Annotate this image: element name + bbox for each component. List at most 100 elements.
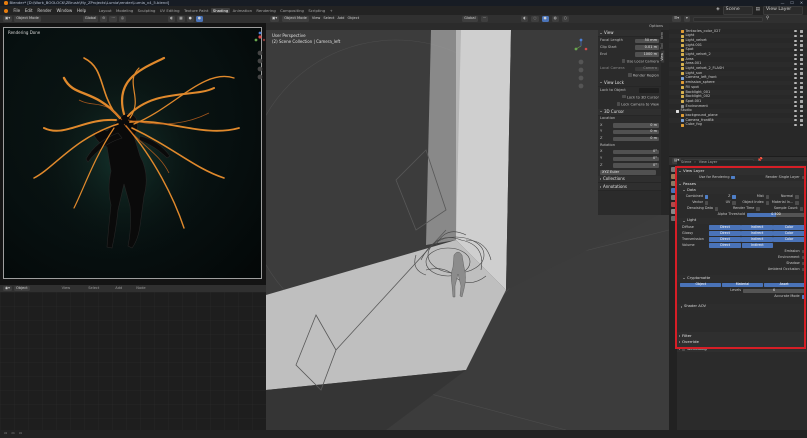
- outliner-editor-type-icon[interactable]: ☰▾: [672, 16, 682, 22]
- 3d-cursor-section-header[interactable]: 3D Cursor: [598, 108, 661, 116]
- sidebar-tab-tool[interactable]: Tool: [660, 41, 664, 51]
- editor-type-icon[interactable]: ▣▾: [3, 16, 13, 22]
- render-region-checkbox[interactable]: [628, 73, 632, 77]
- viewport-editor-type-icon[interactable]: ▣▾: [270, 16, 280, 22]
- node-mode-dropdown[interactable]: Object: [13, 285, 30, 292]
- visibility-eye-icon[interactable]: [794, 67, 797, 70]
- rotation-y-field[interactable]: 0°: [613, 156, 659, 162]
- outliner-display-mode-icon[interactable]: ▾: [684, 16, 690, 22]
- render-mode-dropdown[interactable]: Object Mode: [14, 16, 41, 22]
- node-menu-view[interactable]: View: [62, 286, 71, 291]
- xray-icon[interactable]: ▦: [177, 16, 185, 22]
- render-camera-icon[interactable]: [800, 53, 803, 56]
- visibility-eye-icon[interactable]: [794, 86, 797, 89]
- minimize-icon[interactable]: —: [781, 1, 785, 5]
- viewport-shading-rendered-icon[interactable]: ○: [561, 16, 569, 22]
- outliner-filter-icon[interactable]: ⚲: [766, 16, 769, 22]
- render-camera-icon[interactable]: [800, 77, 803, 80]
- shading-rendered-icon[interactable]: ●: [195, 16, 203, 22]
- render-camera-icon[interactable]: [800, 119, 803, 122]
- maximize-icon[interactable]: ☐: [790, 1, 793, 5]
- viewport-shading-solid-icon[interactable]: ●: [541, 16, 549, 22]
- rotation-x-field[interactable]: 0°: [613, 150, 659, 155]
- visibility-eye-icon[interactable]: [794, 110, 797, 113]
- blender-menu-icon[interactable]: [4, 8, 8, 13]
- visibility-eye-icon[interactable]: [794, 35, 797, 38]
- render-camera-icon[interactable]: [800, 44, 803, 47]
- overlay-icon[interactable]: ◐: [168, 16, 176, 22]
- focal-length-field[interactable]: 50 mm: [635, 38, 659, 44]
- location-z-field[interactable]: 0 m: [613, 137, 659, 142]
- viewport-menu-object[interactable]: Object: [347, 17, 359, 21]
- workspace-tab-compositing[interactable]: Compositing: [278, 8, 306, 14]
- render-camera-icon[interactable]: [800, 30, 803, 33]
- local-camera-field[interactable]: Camera: [635, 66, 659, 72]
- render-camera-icon[interactable]: [800, 114, 803, 117]
- rotation-mode-dropdown[interactable]: XYZ Euler: [600, 170, 656, 175]
- render-camera-icon[interactable]: [800, 95, 803, 99]
- workspace-tab-modeling[interactable]: Modeling: [114, 8, 136, 14]
- workspace-tab-sculpting[interactable]: Sculpting: [135, 8, 157, 14]
- scene-selector[interactable]: Scene: [722, 6, 753, 15]
- proportional-icon[interactable]: ◎: [118, 16, 127, 22]
- viewport-navigation-gizmo[interactable]: [574, 38, 588, 98]
- shading-solid-icon[interactable]: ●: [186, 16, 194, 22]
- clip-end-field[interactable]: 1000 m: [635, 52, 659, 57]
- viewport-mode-dropdown[interactable]: Object Mode: [282, 16, 309, 22]
- visibility-eye-icon[interactable]: [794, 53, 797, 56]
- node-menu-select[interactable]: Select: [88, 286, 99, 291]
- render-camera-icon[interactable]: [800, 39, 803, 42]
- visibility-eye-icon[interactable]: [794, 77, 797, 80]
- workspace-tab-shading[interactable]: Shading: [210, 7, 231, 14]
- visibility-eye-icon[interactable]: [794, 49, 797, 52]
- collections-section-header[interactable]: Collections: [598, 176, 661, 184]
- lock-to-3d-cursor-checkbox[interactable]: [622, 95, 626, 99]
- node-menu-add[interactable]: Add: [115, 286, 122, 291]
- visibility-eye-icon[interactable]: [794, 100, 797, 103]
- workspace-tab-layout[interactable]: Layout: [97, 8, 114, 14]
- snap-icon[interactable]: ⋯: [109, 16, 117, 22]
- workspace-tab-rendering[interactable]: Rendering: [254, 8, 278, 14]
- visibility-eye-icon[interactable]: [794, 124, 797, 127]
- location-x-field[interactable]: 0 m: [613, 123, 659, 128]
- render-camera-icon[interactable]: [800, 48, 803, 52]
- visibility-eye-icon[interactable]: [794, 81, 797, 84]
- visibility-eye-icon[interactable]: [794, 30, 797, 33]
- pivot-icon[interactable]: ⊙: [100, 16, 108, 22]
- viewport-menu-select[interactable]: Select: [323, 17, 334, 21]
- render-camera-icon[interactable]: [800, 67, 803, 71]
- viewport-overlay-icon[interactable]: ◐: [521, 16, 529, 22]
- view-lock-section-header[interactable]: View Lock: [598, 79, 661, 87]
- rotation-z-field[interactable]: 0°: [613, 163, 659, 168]
- navigation-gizmo[interactable]: [254, 31, 266, 91]
- lock-camera-to-view-checkbox[interactable]: [616, 102, 620, 106]
- lock-to-object-field[interactable]: [639, 88, 659, 93]
- viewport-shading-material-icon[interactable]: ◍: [551, 16, 559, 22]
- workspace-tab-uv-editing[interactable]: UV Editing: [158, 8, 182, 14]
- viewport-menu-view[interactable]: View: [312, 17, 321, 21]
- annotations-section-header[interactable]: Annotations: [598, 183, 661, 191]
- visibility-eye-icon[interactable]: [794, 58, 797, 61]
- render-camera-icon[interactable]: [800, 100, 803, 103]
- viewport-menu-add[interactable]: Add: [337, 17, 344, 21]
- outliner-search-input[interactable]: [692, 16, 763, 22]
- menu-help[interactable]: Help: [75, 8, 89, 13]
- visibility-eye-icon[interactable]: [794, 44, 797, 47]
- viewport-options-dropdown[interactable]: Options: [649, 24, 663, 29]
- workspace-tab-animation[interactable]: Animation: [230, 8, 254, 14]
- view-layer-selector[interactable]: View Layer: [763, 6, 803, 15]
- close-icon[interactable]: ✕: [800, 1, 803, 5]
- visibility-eye-icon[interactable]: [794, 72, 797, 75]
- render-camera-icon[interactable]: [800, 81, 803, 85]
- viewport-shading-wire-icon[interactable]: ◌: [531, 16, 539, 22]
- visibility-eye-icon[interactable]: [794, 39, 797, 42]
- visibility-eye-icon[interactable]: [794, 119, 797, 122]
- render-camera-icon[interactable]: [800, 62, 803, 66]
- sidebar-tab-item[interactable]: Item: [660, 30, 664, 41]
- workspace-tab-scripting[interactable]: Scripting: [306, 8, 327, 14]
- view-section-header[interactable]: View: [598, 30, 661, 38]
- visibility-eye-icon[interactable]: [794, 91, 797, 94]
- render-camera-icon[interactable]: [800, 123, 803, 127]
- use-local-camera-checkbox[interactable]: [622, 59, 626, 63]
- visibility-eye-icon[interactable]: [794, 95, 797, 98]
